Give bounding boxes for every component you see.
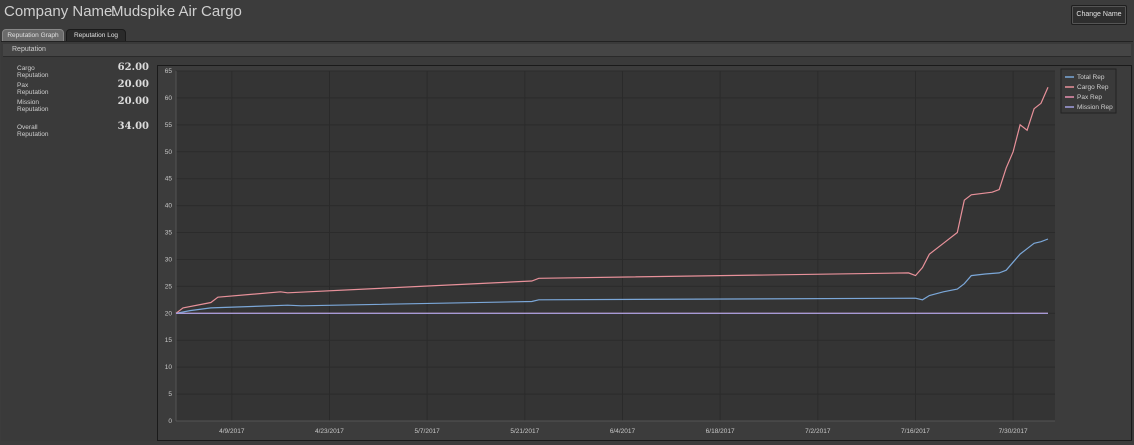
pax-reputation-value: 20.00 <box>117 79 149 90</box>
y-tick-label: 0 <box>168 418 172 425</box>
mission-reputation-value: 20.00 <box>117 96 149 107</box>
x-tick-label: 5/21/2017 <box>510 428 539 435</box>
x-tick-label: 7/2/2017 <box>805 428 831 435</box>
overall-reputation-label: Overall Reputation <box>17 124 49 138</box>
cargo-reputation-label: Cargo Reputation <box>17 65 49 79</box>
y-tick-label: 45 <box>165 176 173 183</box>
x-tick-label: 7/30/2017 <box>999 428 1028 435</box>
x-tick-label: 7/16/2017 <box>901 428 930 435</box>
overall-reputation-value: 34.00 <box>117 121 149 132</box>
y-tick-label: 55 <box>165 122 173 129</box>
cargo-reputation-value: 62.00 <box>117 62 149 73</box>
y-tick-label: 35 <box>165 230 173 237</box>
x-tick-label: 6/18/2017 <box>706 428 735 435</box>
company-name-value: Mudspike Air Cargo <box>111 3 242 20</box>
x-tick-label: 6/4/2017 <box>610 428 636 435</box>
y-tick-label: 60 <box>165 95 173 102</box>
y-tick-label: 15 <box>165 337 173 344</box>
mission-reputation-label: Mission Reputation <box>17 99 49 113</box>
y-tick-label: 10 <box>165 364 173 371</box>
reputation-chart: 0 5 10 15 20 25 30 35 40 45 50 55 60 65 4/9/2017 4/23/2… <box>165 68 1117 435</box>
y-tick-label: 50 <box>165 149 173 156</box>
change-name-button[interactable]: Change Name <box>1071 5 1127 25</box>
reputation-chart-frame: 0 5 10 15 20 25 30 35 40 45 50 55 60 65 4/9/2017 4/23/2… <box>157 65 1132 441</box>
y-tick-label: 5 <box>168 391 172 398</box>
legend-label: Pax Rep <box>1077 94 1102 101</box>
x-tick-label: 4/9/2017 <box>219 428 245 435</box>
x-tick-label: 4/23/2017 <box>315 428 344 435</box>
y-tick-label: 65 <box>165 68 173 75</box>
y-tick-label: 25 <box>165 283 173 290</box>
y-tick-label: 40 <box>165 203 173 210</box>
legend-label: Cargo Rep <box>1077 84 1109 91</box>
pax-reputation-label: Pax Reputation <box>17 82 49 96</box>
panel-title-bar: Reputation <box>3 44 1131 57</box>
legend-label: Total Rep <box>1077 74 1105 81</box>
company-name-label: Company Name: <box>4 3 117 20</box>
plot-area <box>176 71 1055 421</box>
panel-title: Reputation <box>12 46 46 53</box>
legend-label: Mission Rep <box>1077 104 1113 111</box>
y-tick-label: 20 <box>165 310 173 317</box>
y-tick-label: 30 <box>165 256 173 263</box>
header: Company Name: Mudspike Air Cargo Change … <box>0 0 1134 28</box>
x-tick-label: 5/7/2017 <box>414 428 440 435</box>
